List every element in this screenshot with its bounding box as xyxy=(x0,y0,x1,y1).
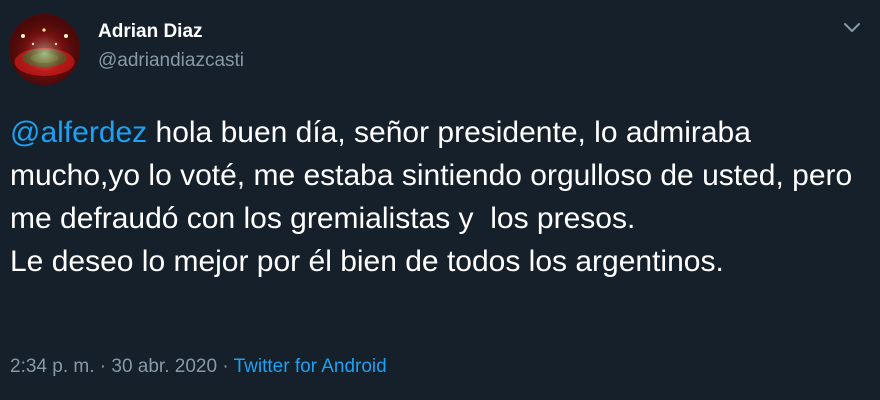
stadium-photo xyxy=(9,14,80,85)
author-handle[interactable]: @adriandiazcasti xyxy=(98,50,244,72)
author-display-name[interactable]: Adrian Diaz xyxy=(98,21,203,43)
more-options-button[interactable] xyxy=(838,14,866,42)
tweet-meta: 2:34 p. m. · 30 abr. 2020 · Twitter for … xyxy=(10,355,387,379)
tweet-source-link[interactable]: Twitter for Android xyxy=(234,356,387,377)
tweet-time[interactable]: 2:34 p. m. xyxy=(10,356,95,377)
chevron-down-icon xyxy=(844,23,860,32)
meta-separator: · xyxy=(94,356,112,377)
tweet-date[interactable]: 30 abr. 2020 xyxy=(111,356,217,377)
meta-separator: · xyxy=(217,356,234,377)
mention-link[interactable]: @alferdez xyxy=(10,116,147,149)
avatar[interactable] xyxy=(9,14,80,85)
tweet-card: Adrian Diaz @adriandiazcasti @alferdez h… xyxy=(0,0,880,400)
tweet-text: @alferdez hola buen día, señor president… xyxy=(10,111,860,283)
